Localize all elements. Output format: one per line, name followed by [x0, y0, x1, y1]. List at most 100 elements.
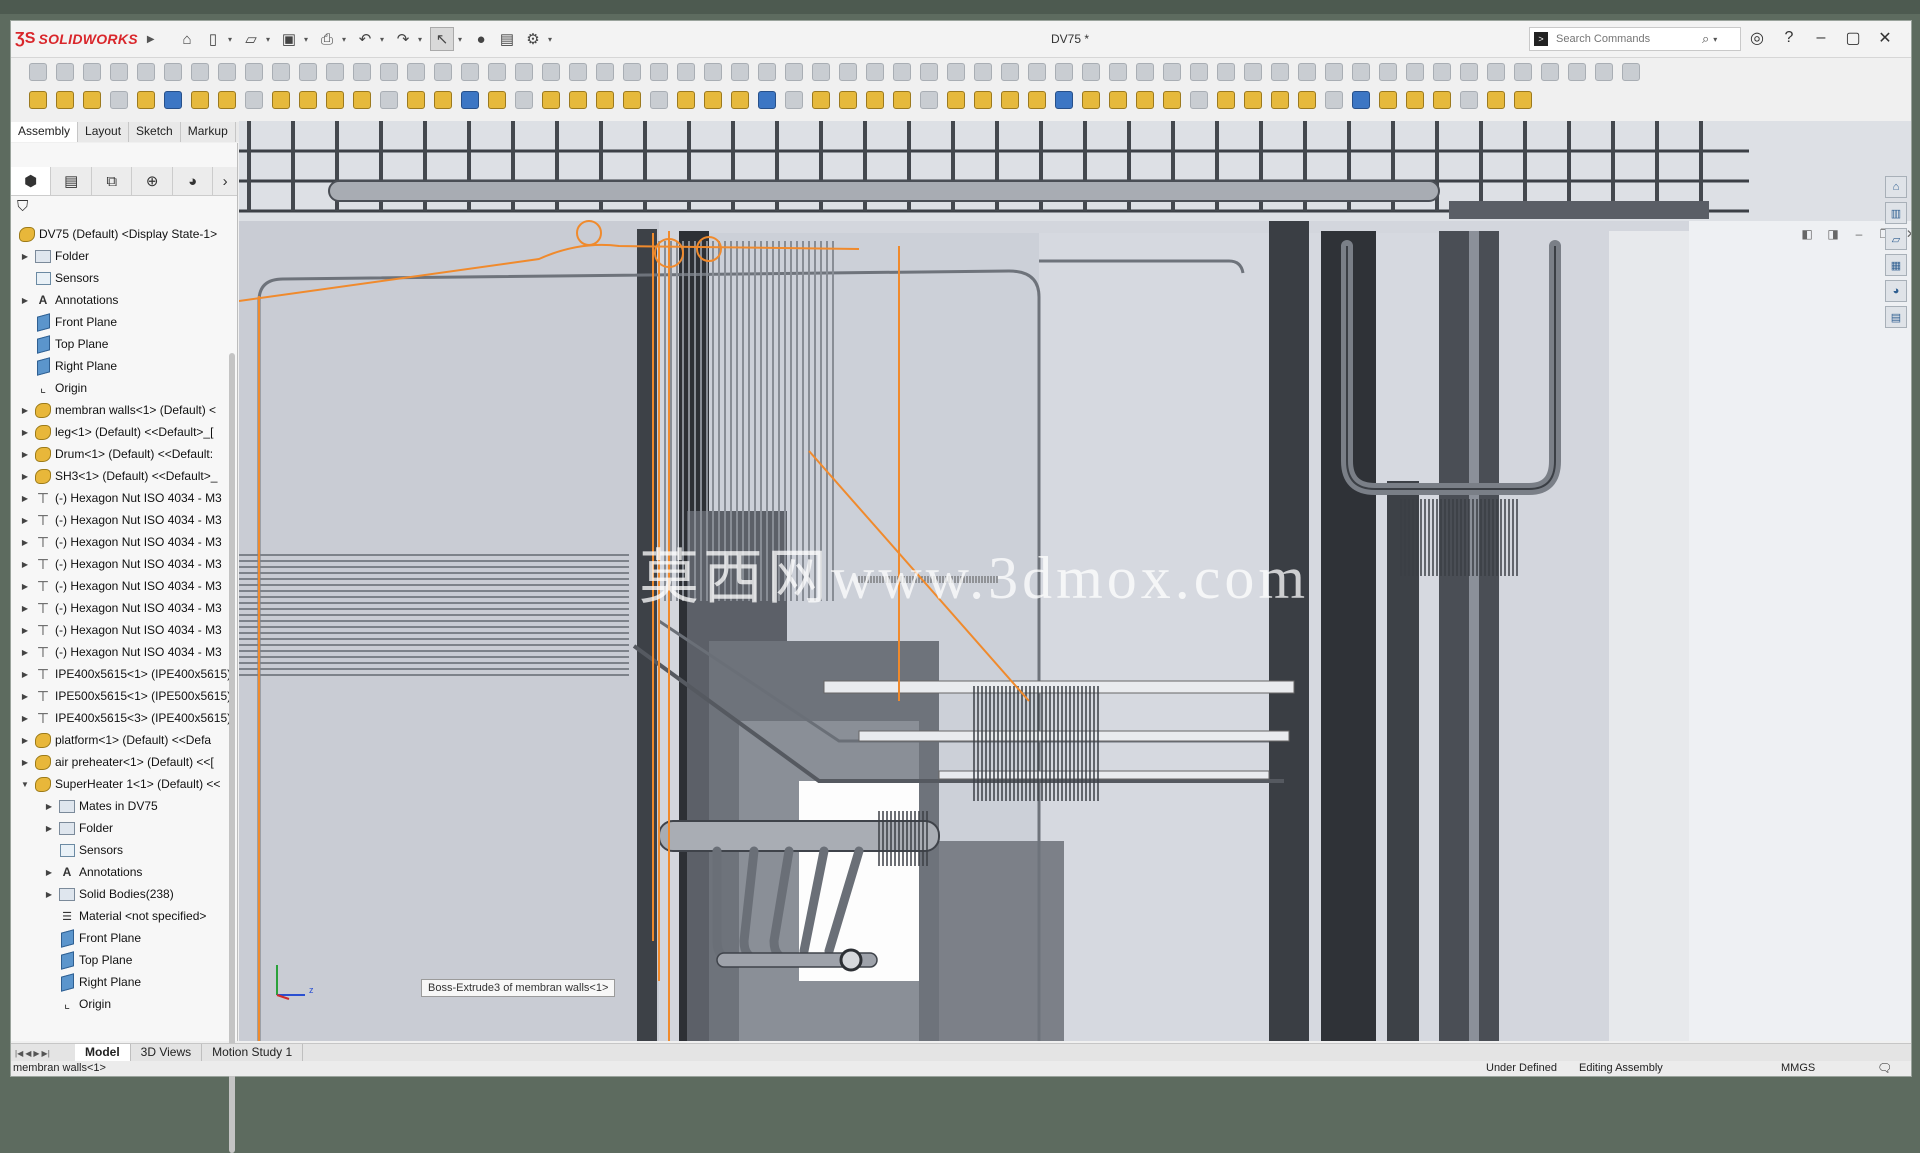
expand-arrow-icon[interactable]: ▶ — [19, 252, 31, 261]
tree-item[interactable]: Right Plane — [11, 355, 233, 377]
tree-item[interactable]: ▶ membran walls<1> (Default) < — [11, 399, 233, 421]
ribbon-row2-tool-icon[interactable] — [943, 88, 969, 112]
ribbon-row2-tool-icon[interactable] — [484, 88, 510, 112]
home-icon[interactable]: ⌂ — [176, 28, 198, 50]
print-icon[interactable]: ⎙ — [316, 28, 338, 50]
ribbon-row2-tool-icon[interactable] — [619, 88, 645, 112]
tile-left-icon[interactable]: ◧ — [1799, 227, 1815, 241]
ribbon-row2-tool-icon[interactable] — [1456, 88, 1482, 112]
tree-item[interactable]: Top Plane — [11, 949, 233, 971]
tree-root-assembly[interactable]: DV75 (Default) <Display State-1> — [11, 223, 233, 245]
ribbon-row1-tool-icon[interactable] — [187, 60, 213, 84]
tree-item[interactable]: Right Plane — [11, 971, 233, 993]
ribbon-row1-tool-icon[interactable] — [52, 60, 78, 84]
bottom-tab-3d-views[interactable]: 3D Views — [131, 1044, 203, 1062]
ribbon-row2-tool-icon[interactable] — [646, 88, 672, 112]
traffic-light-icon[interactable]: ● — [470, 28, 492, 50]
tile-right-icon[interactable]: ◨ — [1825, 227, 1841, 241]
expand-arrow-icon[interactable]: ▶ — [19, 604, 31, 613]
expand-arrow-icon[interactable]: ▶ — [19, 648, 31, 657]
ribbon-row2-tool-icon[interactable] — [295, 88, 321, 112]
prev-tab-icon[interactable]: ◀ — [25, 1049, 31, 1058]
ribbon-row1-tool-icon[interactable] — [565, 60, 591, 84]
ribbon-row1-tool-icon[interactable] — [1429, 60, 1455, 84]
ribbon-row2-tool-icon[interactable] — [430, 88, 456, 112]
tree-item[interactable]: ▶ A Annotations — [11, 861, 233, 883]
ribbon-row2-tool-icon[interactable] — [376, 88, 402, 112]
ribbon-row1-tool-icon[interactable] — [295, 60, 321, 84]
ribbon-row2-tool-icon[interactable] — [160, 88, 186, 112]
expand-arrow-icon[interactable]: ▶ — [43, 890, 55, 899]
ribbon-row1-tool-icon[interactable] — [889, 60, 915, 84]
ribbon-row1-tool-icon[interactable] — [1591, 60, 1617, 84]
ribbon-row1-tool-icon[interactable] — [808, 60, 834, 84]
tree-item[interactable]: ▶ ⊤ (-) Hexagon Nut ISO 4034 - M3 — [11, 509, 233, 531]
ribbon-row2-tool-icon[interactable] — [538, 88, 564, 112]
display-manager-tab-icon[interactable]: ◕ — [173, 167, 214, 195]
tree-item[interactable]: Sensors — [11, 839, 233, 861]
ribbon-row1-tool-icon[interactable] — [700, 60, 726, 84]
ribbon-row1-tool-icon[interactable] — [619, 60, 645, 84]
tab-sketch[interactable]: Sketch — [129, 122, 181, 142]
configuration-manager-tab-icon[interactable]: ⧉ — [92, 167, 133, 195]
expand-arrow-icon[interactable]: ▶ — [19, 538, 31, 547]
ribbon-row2-tool-icon[interactable] — [970, 88, 996, 112]
ribbon-row2-tool-icon[interactable] — [862, 88, 888, 112]
tree-item[interactable]: ☰ Material <not specified> — [11, 905, 233, 927]
ribbon-row1-tool-icon[interactable] — [754, 60, 780, 84]
ribbon-row1-tool-icon[interactable] — [511, 60, 537, 84]
ribbon-row1-tool-icon[interactable] — [1186, 60, 1212, 84]
ribbon-row1-tool-icon[interactable] — [1321, 60, 1347, 84]
user-account-icon[interactable]: ◎ — [1746, 27, 1768, 49]
ribbon-row1-tool-icon[interactable] — [430, 60, 456, 84]
select-cursor-icon[interactable]: ↖ — [430, 27, 454, 51]
tree-item[interactable]: ▶ ⊤ (-) Hexagon Nut ISO 4034 - M3 — [11, 619, 233, 641]
ribbon-row1-tool-icon[interactable] — [1456, 60, 1482, 84]
ribbon-row1-tool-icon[interactable] — [1213, 60, 1239, 84]
tree-item[interactable]: Sensors — [11, 267, 233, 289]
ribbon-row1-tool-icon[interactable] — [1267, 60, 1293, 84]
ribbon-row2-tool-icon[interactable] — [322, 88, 348, 112]
expand-arrow-icon[interactable]: ▶ — [19, 714, 31, 723]
ribbon-row2-tool-icon[interactable] — [349, 88, 375, 112]
tree-item[interactable]: ▶ leg<1> (Default) <<Default>_[ — [11, 421, 233, 443]
search-commands-input[interactable] — [1554, 32, 1698, 46]
redo-icon[interactable]: ↷ — [392, 28, 414, 50]
chevron-down-icon[interactable]: ▾ — [380, 35, 388, 44]
ribbon-row1-tool-icon[interactable] — [160, 60, 186, 84]
undo-icon[interactable]: ↶ — [354, 28, 376, 50]
tree-item[interactable]: ▶ Mates in DV75 — [11, 795, 233, 817]
bottom-tab-motion-study-1[interactable]: Motion Study 1 — [202, 1044, 304, 1062]
tree-item[interactable]: ▶ Drum<1> (Default) <<Default: — [11, 443, 233, 465]
ribbon-row1-tool-icon[interactable] — [727, 60, 753, 84]
tree-item[interactable]: ▶ A Annotations — [11, 289, 233, 311]
chevron-down-icon[interactable]: ▾ — [228, 35, 236, 44]
ribbon-row2-tool-icon[interactable] — [457, 88, 483, 112]
tree-item[interactable]: ▶ ⊤ IPE400x5615<1> (IPE400x5615) — [11, 663, 233, 685]
ribbon-row2-tool-icon[interactable] — [1321, 88, 1347, 112]
ribbon-row2-tool-icon[interactable] — [592, 88, 618, 112]
expand-arrow-icon[interactable]: ▶ — [19, 516, 31, 525]
tree-scrollbar[interactable] — [229, 353, 235, 1153]
search-icon[interactable]: ⌕ — [1702, 31, 1709, 47]
ribbon-row1-tool-icon[interactable] — [1294, 60, 1320, 84]
ribbon-row1-tool-icon[interactable] — [862, 60, 888, 84]
tree-item[interactable]: ▶ Folder — [11, 245, 233, 267]
dimxpert-tab-icon[interactable]: ⊕ — [132, 167, 173, 195]
tab-markup[interactable]: Markup — [180, 122, 236, 142]
expand-arrow-icon[interactable]: ▶ — [19, 626, 31, 635]
ribbon-row2-tool-icon[interactable] — [1132, 88, 1158, 112]
ribbon-row1-tool-icon[interactable] — [943, 60, 969, 84]
first-tab-icon[interactable]: |◀ — [15, 1049, 23, 1058]
property-manager-tab-icon[interactable]: ▤ — [51, 167, 92, 195]
ribbon-row1-tool-icon[interactable] — [1510, 60, 1536, 84]
tree-item[interactable]: ▶ ⊤ (-) Hexagon Nut ISO 4034 - M3 — [11, 531, 233, 553]
tree-item[interactable]: Top Plane — [11, 333, 233, 355]
filter-icon[interactable]: ⛉ — [17, 198, 28, 215]
ribbon-row2-tool-icon[interactable] — [79, 88, 105, 112]
ribbon-row1-tool-icon[interactable] — [322, 60, 348, 84]
ribbon-row2-tool-icon[interactable] — [565, 88, 591, 112]
ribbon-row1-tool-icon[interactable] — [376, 60, 402, 84]
ribbon-row1-tool-icon[interactable] — [1105, 60, 1131, 84]
feature-manager-tab-icon[interactable]: ⬢ — [11, 167, 52, 195]
